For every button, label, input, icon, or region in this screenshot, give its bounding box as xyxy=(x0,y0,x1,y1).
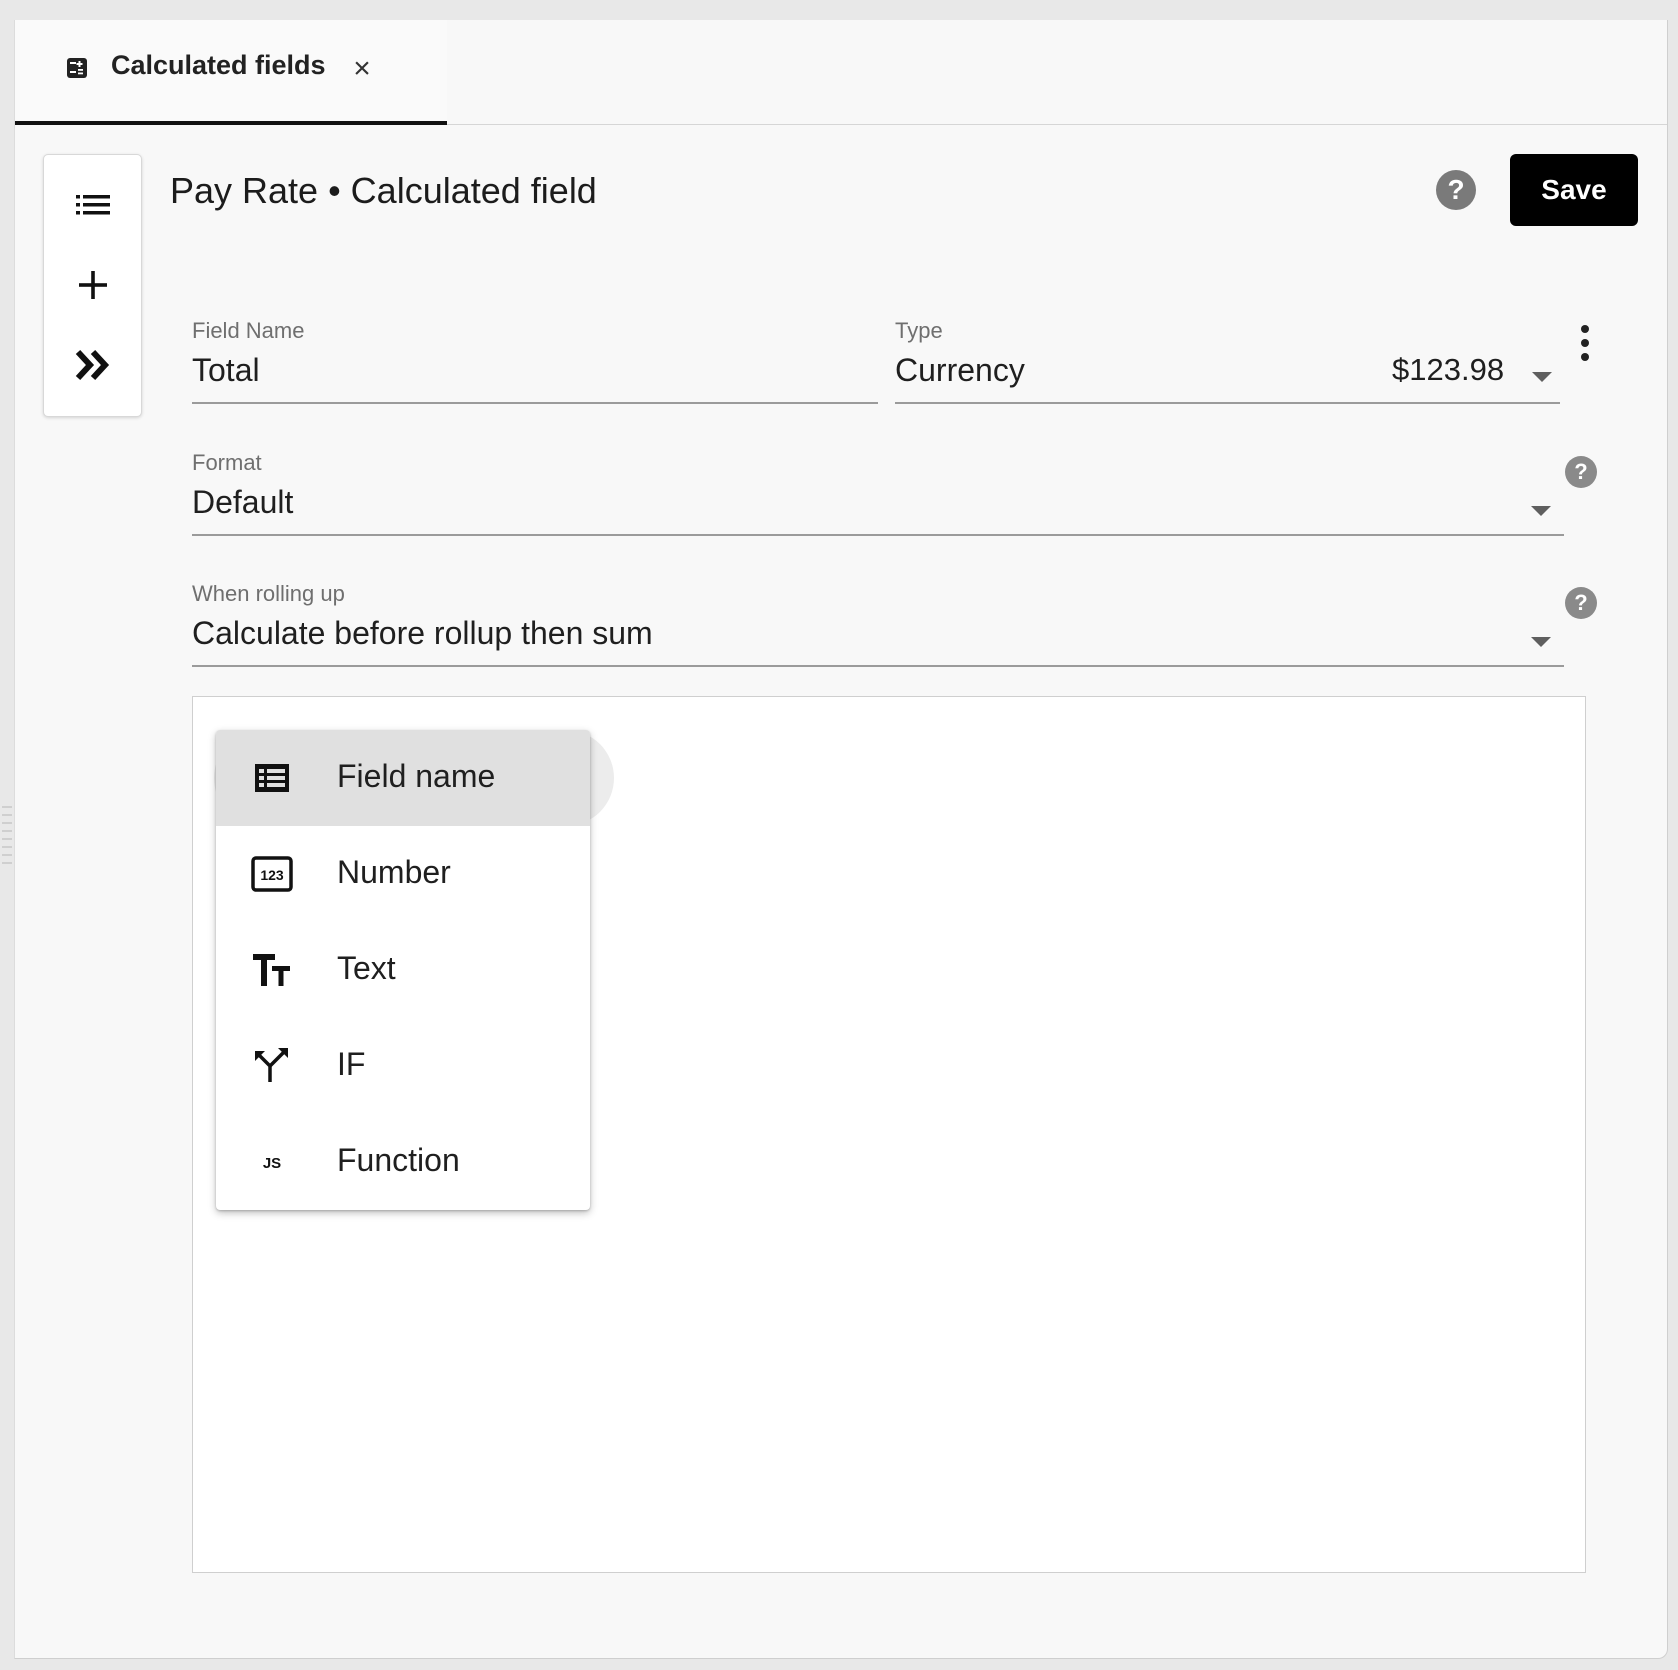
calculator-icon xyxy=(65,56,89,80)
page-title: Pay Rate • Calculated field xyxy=(170,170,597,211)
format-select[interactable]: Format Default xyxy=(192,450,1564,536)
menu-item-label: Number xyxy=(337,854,451,890)
svg-text:JS: JS xyxy=(263,1155,281,1172)
js-icon: JS xyxy=(250,1140,294,1184)
tab-bar: Calculated fields × xyxy=(15,20,1667,125)
format-value: Default xyxy=(192,484,294,520)
type-select[interactable]: Type Currency $123.98 xyxy=(895,318,1560,404)
menu-item-field-name[interactable]: Field name xyxy=(216,730,590,826)
format-label: Format xyxy=(192,450,262,475)
menu-item-text[interactable]: Text xyxy=(216,922,590,1018)
insert-menu: Field name 123 Number Text IF JS Functio… xyxy=(216,730,590,1210)
rollup-value: Calculate before rollup then sum xyxy=(192,615,653,651)
tab-calculated-fields[interactable]: Calculated fields × xyxy=(15,20,447,125)
field-name-input[interactable]: Field Name Total xyxy=(192,318,878,404)
close-icon[interactable]: × xyxy=(345,52,379,86)
chevron-down-icon[interactable] xyxy=(1532,372,1552,382)
double-chevron-right-icon[interactable] xyxy=(73,345,113,385)
menu-item-label: Function xyxy=(337,1142,460,1178)
menu-item-number[interactable]: 123 Number xyxy=(216,826,590,922)
menu-item-label: Text xyxy=(337,950,396,986)
more-vert-icon[interactable] xyxy=(1580,325,1590,361)
rollup-select[interactable]: When rolling up Calculate before rollup … xyxy=(192,581,1564,667)
side-toolbar xyxy=(43,154,142,417)
field-name-value[interactable]: Total xyxy=(192,352,260,389)
type-value: Currency xyxy=(895,352,1025,388)
svg-text:123: 123 xyxy=(260,867,284,883)
tab-label: Calculated fields xyxy=(111,50,326,80)
plus-icon[interactable] xyxy=(73,265,113,305)
currency-preview: $123.98 xyxy=(1392,352,1505,387)
rollup-label: When rolling up xyxy=(192,581,345,606)
resize-handle[interactable] xyxy=(2,806,12,870)
rollup-help-icon[interactable]: ? xyxy=(1565,587,1597,619)
menu-item-label: IF xyxy=(337,1046,366,1082)
format-help-icon[interactable]: ? xyxy=(1565,456,1597,488)
chevron-down-icon[interactable] xyxy=(1531,637,1551,647)
branch-split-icon xyxy=(250,1044,294,1088)
menu-item-if[interactable]: IF xyxy=(216,1018,590,1114)
list-icon[interactable] xyxy=(73,185,113,225)
field-name-label: Field Name xyxy=(192,318,305,343)
menu-item-function[interactable]: JS Function xyxy=(216,1114,590,1210)
number-123-icon: 123 xyxy=(250,852,294,896)
menu-item-label: Field name xyxy=(337,758,496,794)
chevron-down-icon[interactable] xyxy=(1531,506,1551,516)
help-icon[interactable]: ? xyxy=(1436,170,1476,210)
type-label: Type xyxy=(895,318,943,343)
table-list-icon xyxy=(250,756,294,800)
save-button[interactable]: Save xyxy=(1510,154,1638,226)
text-size-icon xyxy=(250,948,294,992)
